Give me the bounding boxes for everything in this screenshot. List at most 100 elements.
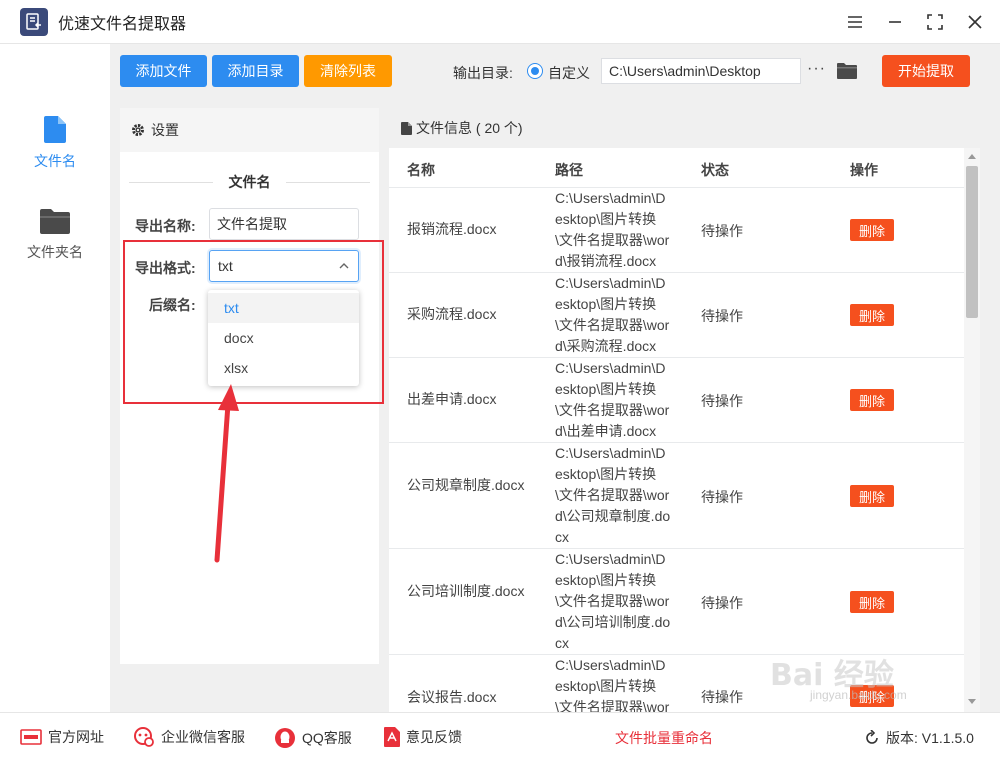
format-dropdown: txt docx xlsx bbox=[208, 290, 359, 386]
file-path: C:\Users\admin\Desktop\图片转换\文件名提取器\word\… bbox=[555, 275, 670, 354]
table-row: 会议报告.docx C:\Users\admin\Desktop\图片转换\文件… bbox=[389, 655, 964, 712]
table-row: 采购流程.docx C:\Users\admin\Desktop\图片转换\文件… bbox=[389, 273, 964, 358]
export-name-input[interactable] bbox=[209, 208, 359, 240]
open-folder-icon[interactable] bbox=[837, 62, 857, 82]
column-header-path: 路径 bbox=[555, 162, 583, 178]
document-icon bbox=[401, 121, 412, 135]
chevron-up-icon bbox=[339, 263, 349, 269]
toolbar: 添加文件 添加目录 清除列表 输出目录: 自定义 ··· 开始提取 bbox=[110, 44, 1000, 100]
table-row: 报销流程.docx C:\Users\admin\Desktop\图片转换\文件… bbox=[389, 188, 964, 273]
file-status: 待操作 bbox=[701, 595, 743, 611]
batch-rename-link[interactable]: 文件批量重命名 bbox=[615, 728, 713, 748]
wechat-service-label: 企业微信客服 bbox=[161, 729, 245, 745]
file-status: 待操作 bbox=[701, 308, 743, 324]
scrollbar-thumb[interactable] bbox=[966, 166, 978, 318]
website-icon bbox=[20, 729, 42, 745]
qq-icon bbox=[274, 727, 296, 749]
delete-button[interactable]: 删除 bbox=[850, 685, 894, 707]
format-option-docx[interactable]: docx bbox=[208, 323, 359, 353]
format-option-txt[interactable]: txt bbox=[208, 293, 359, 323]
file-name: 公司规章制度.docx bbox=[407, 477, 525, 493]
export-format-label: 导出格式: bbox=[135, 260, 196, 276]
custom-radio[interactable] bbox=[527, 63, 543, 79]
output-dir-label: 输出目录: bbox=[453, 65, 513, 81]
add-directory-button[interactable]: 添加目录 bbox=[212, 55, 299, 87]
delete-button[interactable]: 删除 bbox=[850, 389, 894, 411]
more-options-button[interactable]: ··· bbox=[807, 60, 826, 78]
settings-title: 设置 bbox=[151, 122, 179, 138]
export-name-label: 导出名称: bbox=[135, 218, 196, 234]
output-path-input[interactable] bbox=[601, 58, 801, 84]
settings-panel: 设置 文件名 导出名称: 导出格式: txt 后缀名: txt docx xls… bbox=[120, 108, 379, 664]
file-status: 待操作 bbox=[701, 489, 743, 505]
feedback-icon bbox=[384, 727, 400, 747]
version-info: 版本: V1.1.5.0 bbox=[864, 728, 974, 748]
version-label: 版本: V1.1.5.0 bbox=[886, 730, 974, 746]
nav-item-filename[interactable]: 文件名 bbox=[0, 116, 110, 171]
column-header-name: 名称 bbox=[407, 162, 435, 178]
scroll-down-icon[interactable] bbox=[968, 699, 976, 704]
minimize-icon[interactable] bbox=[886, 8, 904, 36]
close-icon[interactable] bbox=[966, 8, 984, 36]
maximize-icon[interactable] bbox=[926, 8, 944, 36]
website-link[interactable]: 官方网址 bbox=[20, 727, 104, 747]
format-option-xlsx[interactable]: xlsx bbox=[208, 353, 359, 383]
table-row: 公司规章制度.docx C:\Users\admin\Desktop\图片转换\… bbox=[389, 443, 964, 549]
file-path: C:\Users\admin\Desktop\图片转换\文件名提取器\word\… bbox=[555, 190, 670, 269]
nav-item-label: 文件名 bbox=[34, 153, 76, 169]
custom-radio-label[interactable]: 自定义 bbox=[548, 63, 590, 83]
wechat-icon bbox=[133, 727, 155, 747]
column-header-action: 操作 bbox=[850, 162, 878, 178]
start-extract-button[interactable]: 开始提取 bbox=[882, 55, 970, 87]
suffix-label: 后缀名: bbox=[149, 297, 196, 313]
delete-button[interactable]: 删除 bbox=[850, 219, 894, 241]
menu-icon[interactable] bbox=[846, 8, 864, 36]
file-name: 报销流程.docx bbox=[407, 221, 497, 237]
scroll-up-icon[interactable] bbox=[968, 154, 976, 159]
feedback-link[interactable]: 意见反馈 bbox=[384, 727, 462, 747]
file-info-panel: 文件信息 ( 20 个) 名称 路径 状态 操作 报销流程.docx C:\Us… bbox=[389, 108, 980, 712]
qq-service-link[interactable]: QQ客服 bbox=[274, 727, 352, 749]
delete-button[interactable]: 删除 bbox=[850, 304, 894, 326]
settings-header: 设置 bbox=[120, 108, 379, 152]
file-name: 会议报告.docx bbox=[407, 689, 497, 705]
nav-item-foldername[interactable]: 文件夹名 bbox=[0, 208, 110, 262]
export-format-select[interactable]: txt bbox=[209, 250, 359, 282]
folder-icon bbox=[40, 209, 70, 234]
refresh-icon bbox=[866, 730, 878, 744]
delete-button[interactable]: 删除 bbox=[850, 591, 894, 613]
file-icon bbox=[44, 116, 66, 143]
file-path: C:\Users\admin\Desktop\图片转换\文件名提取器\word\… bbox=[555, 551, 671, 651]
app-logo-icon bbox=[20, 7, 48, 36]
file-info-title: 文件信息 ( 20 个) bbox=[416, 120, 523, 136]
clear-list-button[interactable]: 清除列表 bbox=[304, 55, 392, 87]
gear-icon bbox=[132, 124, 144, 136]
file-path: C:\Users\admin\Desktop\图片转换\文件名提取器\word\… bbox=[555, 360, 670, 439]
file-info-header: 文件信息 ( 20 个) bbox=[389, 108, 980, 148]
column-header-status: 状态 bbox=[701, 162, 729, 178]
qq-service-label: QQ客服 bbox=[302, 730, 352, 746]
table-body: 报销流程.docx C:\Users\admin\Desktop\图片转换\文件… bbox=[389, 188, 964, 712]
vertical-scrollbar[interactable] bbox=[964, 148, 980, 712]
wechat-service-link[interactable]: 企业微信客服 bbox=[133, 727, 245, 747]
title-bar: 优速文件名提取器 bbox=[0, 0, 1000, 44]
file-status: 待操作 bbox=[701, 223, 743, 239]
export-format-value: txt bbox=[218, 258, 233, 274]
feedback-label: 意见反馈 bbox=[406, 729, 462, 745]
divider bbox=[286, 182, 370, 183]
footer: 官方网址 企业微信客服 QQ客服 意见反馈 文件批量重命名 版本: V1.1.5… bbox=[0, 712, 1000, 760]
file-path: C:\Users\admin\Desktop\图片转换\文件名提取器\word\… bbox=[555, 445, 671, 545]
nav-item-label: 文件夹名 bbox=[27, 244, 83, 260]
app-title: 优速文件名提取器 bbox=[58, 15, 187, 33]
delete-button[interactable]: 删除 bbox=[850, 485, 894, 507]
file-name: 出差申请.docx bbox=[407, 391, 497, 407]
file-status: 待操作 bbox=[701, 689, 743, 705]
table-row: 公司培训制度.docx C:\Users\admin\Desktop\图片转换\… bbox=[389, 549, 964, 655]
file-status: 待操作 bbox=[701, 393, 743, 409]
file-name: 采购流程.docx bbox=[407, 306, 497, 322]
add-file-button[interactable]: 添加文件 bbox=[120, 55, 207, 87]
table-row: 出差申请.docx C:\Users\admin\Desktop\图片转换\文件… bbox=[389, 358, 964, 443]
left-nav: 文件名 文件夹名 bbox=[0, 44, 110, 712]
website-label: 官方网址 bbox=[48, 729, 104, 745]
file-name: 公司培训制度.docx bbox=[407, 583, 525, 599]
